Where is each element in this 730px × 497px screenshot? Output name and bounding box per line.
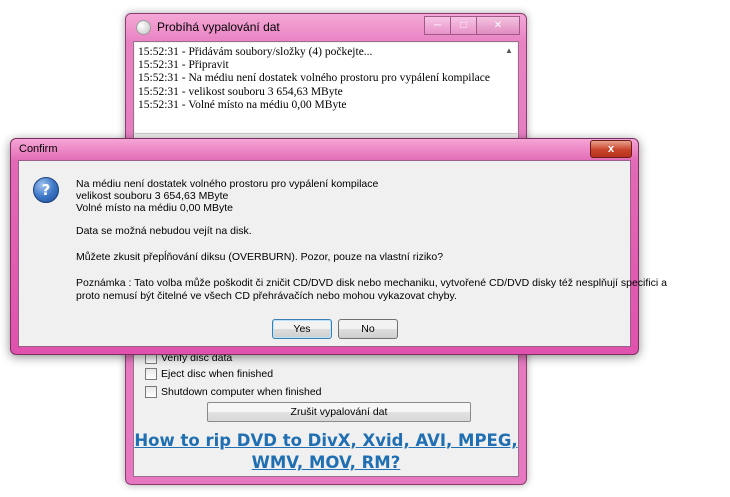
scroll-up-arrow-icon[interactable]: ▲ [502, 44, 516, 58]
confirm-dialog: Confirm x ? Na médiu není dostatek volné… [10, 138, 667, 355]
message-line: Můžete zkusit přepĺňování diksu (OVERBUR… [76, 251, 444, 263]
shutdown-checkbox[interactable] [145, 386, 157, 398]
shutdown-checkbox-label: Shutdown computer when finished [161, 386, 322, 398]
promo-link[interactable]: How to rip DVD to DivX, Xvid, AVI, MPEG,… [134, 430, 518, 474]
log-line: 15:52:31 - Na médiu není dostatek volnéh… [138, 72, 490, 85]
maximize-icon[interactable]: □ [451, 16, 477, 35]
log-line: 15:52:31 - Přidávám soubory/složky (4) p… [138, 46, 373, 58]
minimize-icon[interactable]: ─ [424, 16, 451, 35]
log-list[interactable]: 15:52:31 - Přidávám soubory/složky (4) p… [135, 43, 517, 134]
log-line: 15:52:31 - Připravit [138, 59, 229, 72]
log-line: 15:52:31 - velikost souboru 3 654,63 MBy… [138, 85, 343, 98]
message-line: Na médiu není dostatek volného prostoru … [76, 178, 379, 190]
no-button[interactable]: No [338, 319, 398, 339]
message-line: proto nemusí být čitelné ve všech CD pře… [76, 290, 457, 302]
log-line: 15:52:31 - Volné místo na médiu 0,00 MBy… [138, 98, 347, 111]
burn-window-titlebar: Probíhá vypalování dat [136, 14, 280, 40]
message-line: Volné místo na médiu 0,00 MByte [76, 202, 234, 214]
eject-checkbox-label: Eject disc when finished [161, 368, 274, 380]
confirm-dialog-client: ? Na médiu není dostatek volného prostor… [18, 160, 667, 347]
confirm-close-icon[interactable]: x [590, 140, 632, 158]
message-line: Data se možná nebudou vejít na disk. [76, 225, 252, 237]
close-icon[interactable]: ✕ [477, 16, 520, 35]
cancel-burn-button[interactable]: Zrušit vypalování dat [207, 402, 471, 422]
yes-button[interactable]: Yes [272, 319, 332, 339]
burn-window-title: Probíhá vypalování dat [157, 20, 280, 34]
caption-buttons: ─ □ ✕ [424, 16, 520, 35]
message-line: velikost souboru 3 654,63 MByte [76, 190, 229, 202]
eject-checkbox[interactable] [145, 368, 157, 380]
confirm-dialog-title: Confirm [19, 143, 58, 155]
app-disc-icon [136, 19, 151, 35]
promo-link-line2[interactable]: WMV, MOV, RM? [134, 452, 518, 474]
promo-link-line1[interactable]: How to rip DVD to DivX, Xvid, AVI, MPEG, [134, 430, 518, 452]
question-icon: ? [33, 177, 59, 203]
eject-checkbox-row[interactable]: Eject disc when finished [145, 368, 273, 380]
shutdown-checkbox-row[interactable]: Shutdown computer when finished [145, 386, 322, 398]
message-line: Poznámka : Tato volba může poškodit či z… [76, 277, 667, 289]
